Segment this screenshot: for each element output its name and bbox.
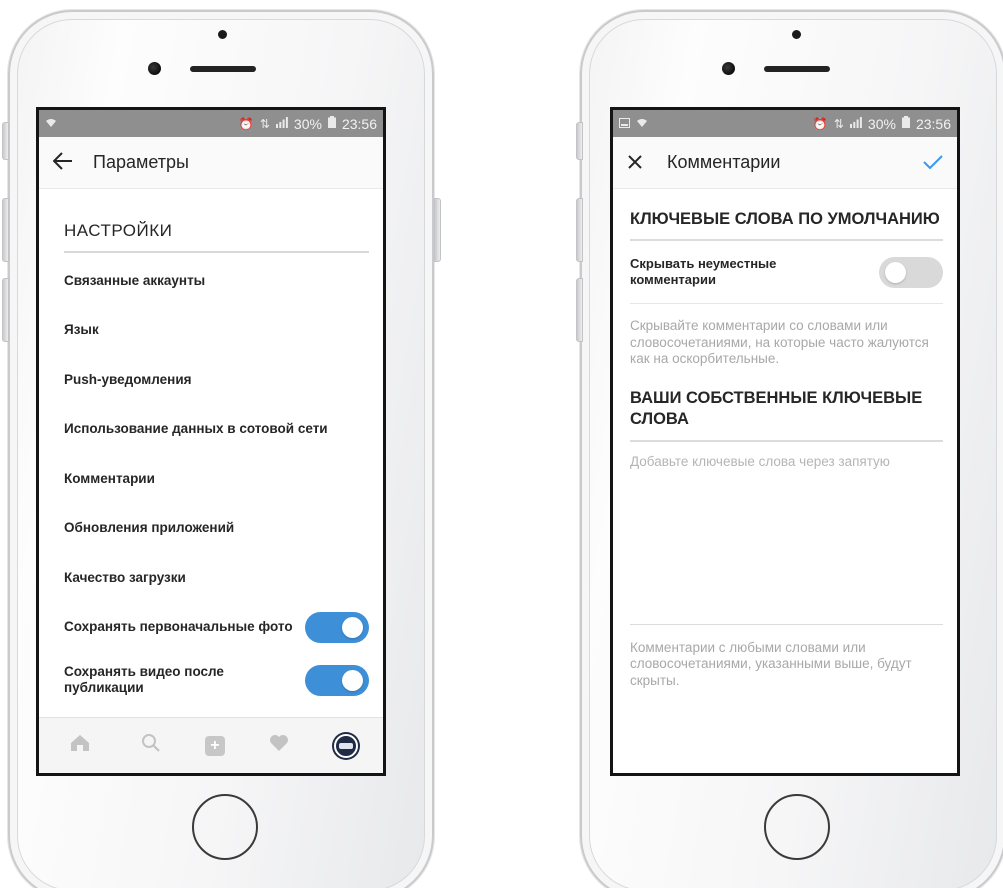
setting-label: Сохранять видео после публикации xyxy=(64,664,224,695)
setting-upload-quality[interactable]: Качество загрузки xyxy=(39,553,383,603)
setting-save-video-after-post: Сохранять видео после публикации xyxy=(39,652,383,708)
mute-switch xyxy=(2,122,9,160)
toggle-knob xyxy=(885,261,906,283)
keywords-footer-note: Комментарии с любыми словами или словосо… xyxy=(630,639,912,688)
front-camera xyxy=(722,62,735,75)
comments-screen: ⏰ ⇅ 30% 23:56 Комментарии КЛЮЧЕВЫЕ СЛОВА… xyxy=(610,107,960,776)
clock: 23:56 xyxy=(915,115,951,132)
clock: 23:56 xyxy=(341,115,377,132)
setting-label: Комментарии xyxy=(64,470,155,486)
hide-offensive-toggle[interactable] xyxy=(879,256,943,288)
home-icon[interactable] xyxy=(64,734,96,758)
signal-icon xyxy=(275,116,288,131)
own-keywords-heading: ВАШИ СОБСТВЕННЫЕ КЛЮЧЕВЫЕ СЛОВА xyxy=(630,388,943,442)
profile-avatar[interactable] xyxy=(333,733,358,758)
volume-down-button xyxy=(2,278,9,342)
toggle-knob xyxy=(342,616,363,638)
status-bar: ⏰ ⇅ 30% 23:56 xyxy=(613,110,957,137)
data-icon: ⇅ xyxy=(833,116,844,131)
data-icon: ⇅ xyxy=(259,116,270,131)
top-app-bar: Параметры xyxy=(39,137,383,189)
home-button[interactable] xyxy=(764,794,830,860)
proximity-sensor xyxy=(218,30,227,39)
battery-percent: 30% xyxy=(293,115,322,132)
wifi-icon xyxy=(636,117,648,131)
setting-label: Связанные аккаунты xyxy=(64,272,206,288)
back-arrow-icon[interactable] xyxy=(52,150,83,176)
signal-icon xyxy=(849,116,862,131)
save-original-photos-toggle[interactable] xyxy=(305,611,369,643)
page-title: Комментарии xyxy=(667,152,781,172)
setting-app-updates[interactable]: Обновления приложений xyxy=(39,504,383,554)
bottom-tab-bar: + xyxy=(39,717,383,773)
volume-up-button xyxy=(2,198,9,262)
settings-screen: ⏰ ⇅ 30% 23:56 Параметры НАСТРОЙКИ Связан… xyxy=(36,107,386,776)
hide-offensive-row: Скрывать неуместные комментарии xyxy=(630,241,943,304)
setting-comments[interactable]: Комментарии xyxy=(39,454,383,504)
status-bar: ⏰ ⇅ 30% 23:56 xyxy=(39,110,383,137)
wifi-icon xyxy=(45,117,57,131)
earpiece-speaker xyxy=(190,66,256,72)
setting-linked-accounts[interactable]: Связанные аккаунты xyxy=(39,256,383,306)
battery-icon xyxy=(327,116,336,131)
checkmark-icon[interactable] xyxy=(923,150,943,176)
section-heading: НАСТРОЙКИ xyxy=(64,221,369,253)
top-app-bar: Комментарии xyxy=(613,137,957,189)
setting-label: Обновления приложений xyxy=(64,520,235,536)
setting-save-original-photos: Сохранять первоначальные фото xyxy=(39,603,383,653)
hide-offensive-label: Скрывать неуместные комментарии xyxy=(630,256,777,287)
default-keywords-heading: КЛЮЧЕВЫЕ СЛОВА ПО УМОЛЧАНИЮ xyxy=(630,209,943,241)
image-notification-icon xyxy=(619,117,630,131)
home-button[interactable] xyxy=(192,794,258,860)
add-icon[interactable]: + xyxy=(204,735,225,756)
alarm-icon: ⏰ xyxy=(812,116,828,131)
search-icon[interactable] xyxy=(135,733,167,759)
proximity-sensor xyxy=(792,30,801,39)
hide-offensive-hint: Скрывайте комментарии со словами или сло… xyxy=(630,318,929,366)
setting-label: Push-уведомления xyxy=(64,371,192,387)
volume-up-button xyxy=(576,198,583,262)
setting-cellular-data[interactable]: Использование данных в сотовой сети xyxy=(39,405,383,455)
heart-icon[interactable] xyxy=(263,734,295,758)
close-icon[interactable] xyxy=(627,150,657,176)
page-title: Параметры xyxy=(93,152,189,172)
alarm-icon: ⏰ xyxy=(238,116,254,131)
setting-language[interactable]: Язык xyxy=(39,306,383,356)
battery-icon xyxy=(901,116,910,131)
battery-percent: 30% xyxy=(867,115,896,132)
save-video-toggle[interactable] xyxy=(305,664,369,696)
earpiece-speaker xyxy=(764,66,830,72)
power-button xyxy=(434,198,441,262)
volume-down-button xyxy=(576,278,583,342)
setting-label: Использование данных в сотовой сети xyxy=(64,421,328,437)
setting-label: Сохранять первоначальные фото xyxy=(64,619,293,635)
setting-label: Качество загрузки xyxy=(64,569,186,585)
setting-push-notifications[interactable]: Push-уведомления xyxy=(39,355,383,405)
toggle-knob xyxy=(342,669,363,691)
keywords-input[interactable] xyxy=(630,441,943,625)
settings-list: Связанные аккаунты Язык Push-уведомления… xyxy=(39,256,383,708)
setting-label: Язык xyxy=(64,322,99,338)
front-camera xyxy=(148,62,161,75)
mute-switch xyxy=(576,122,583,160)
